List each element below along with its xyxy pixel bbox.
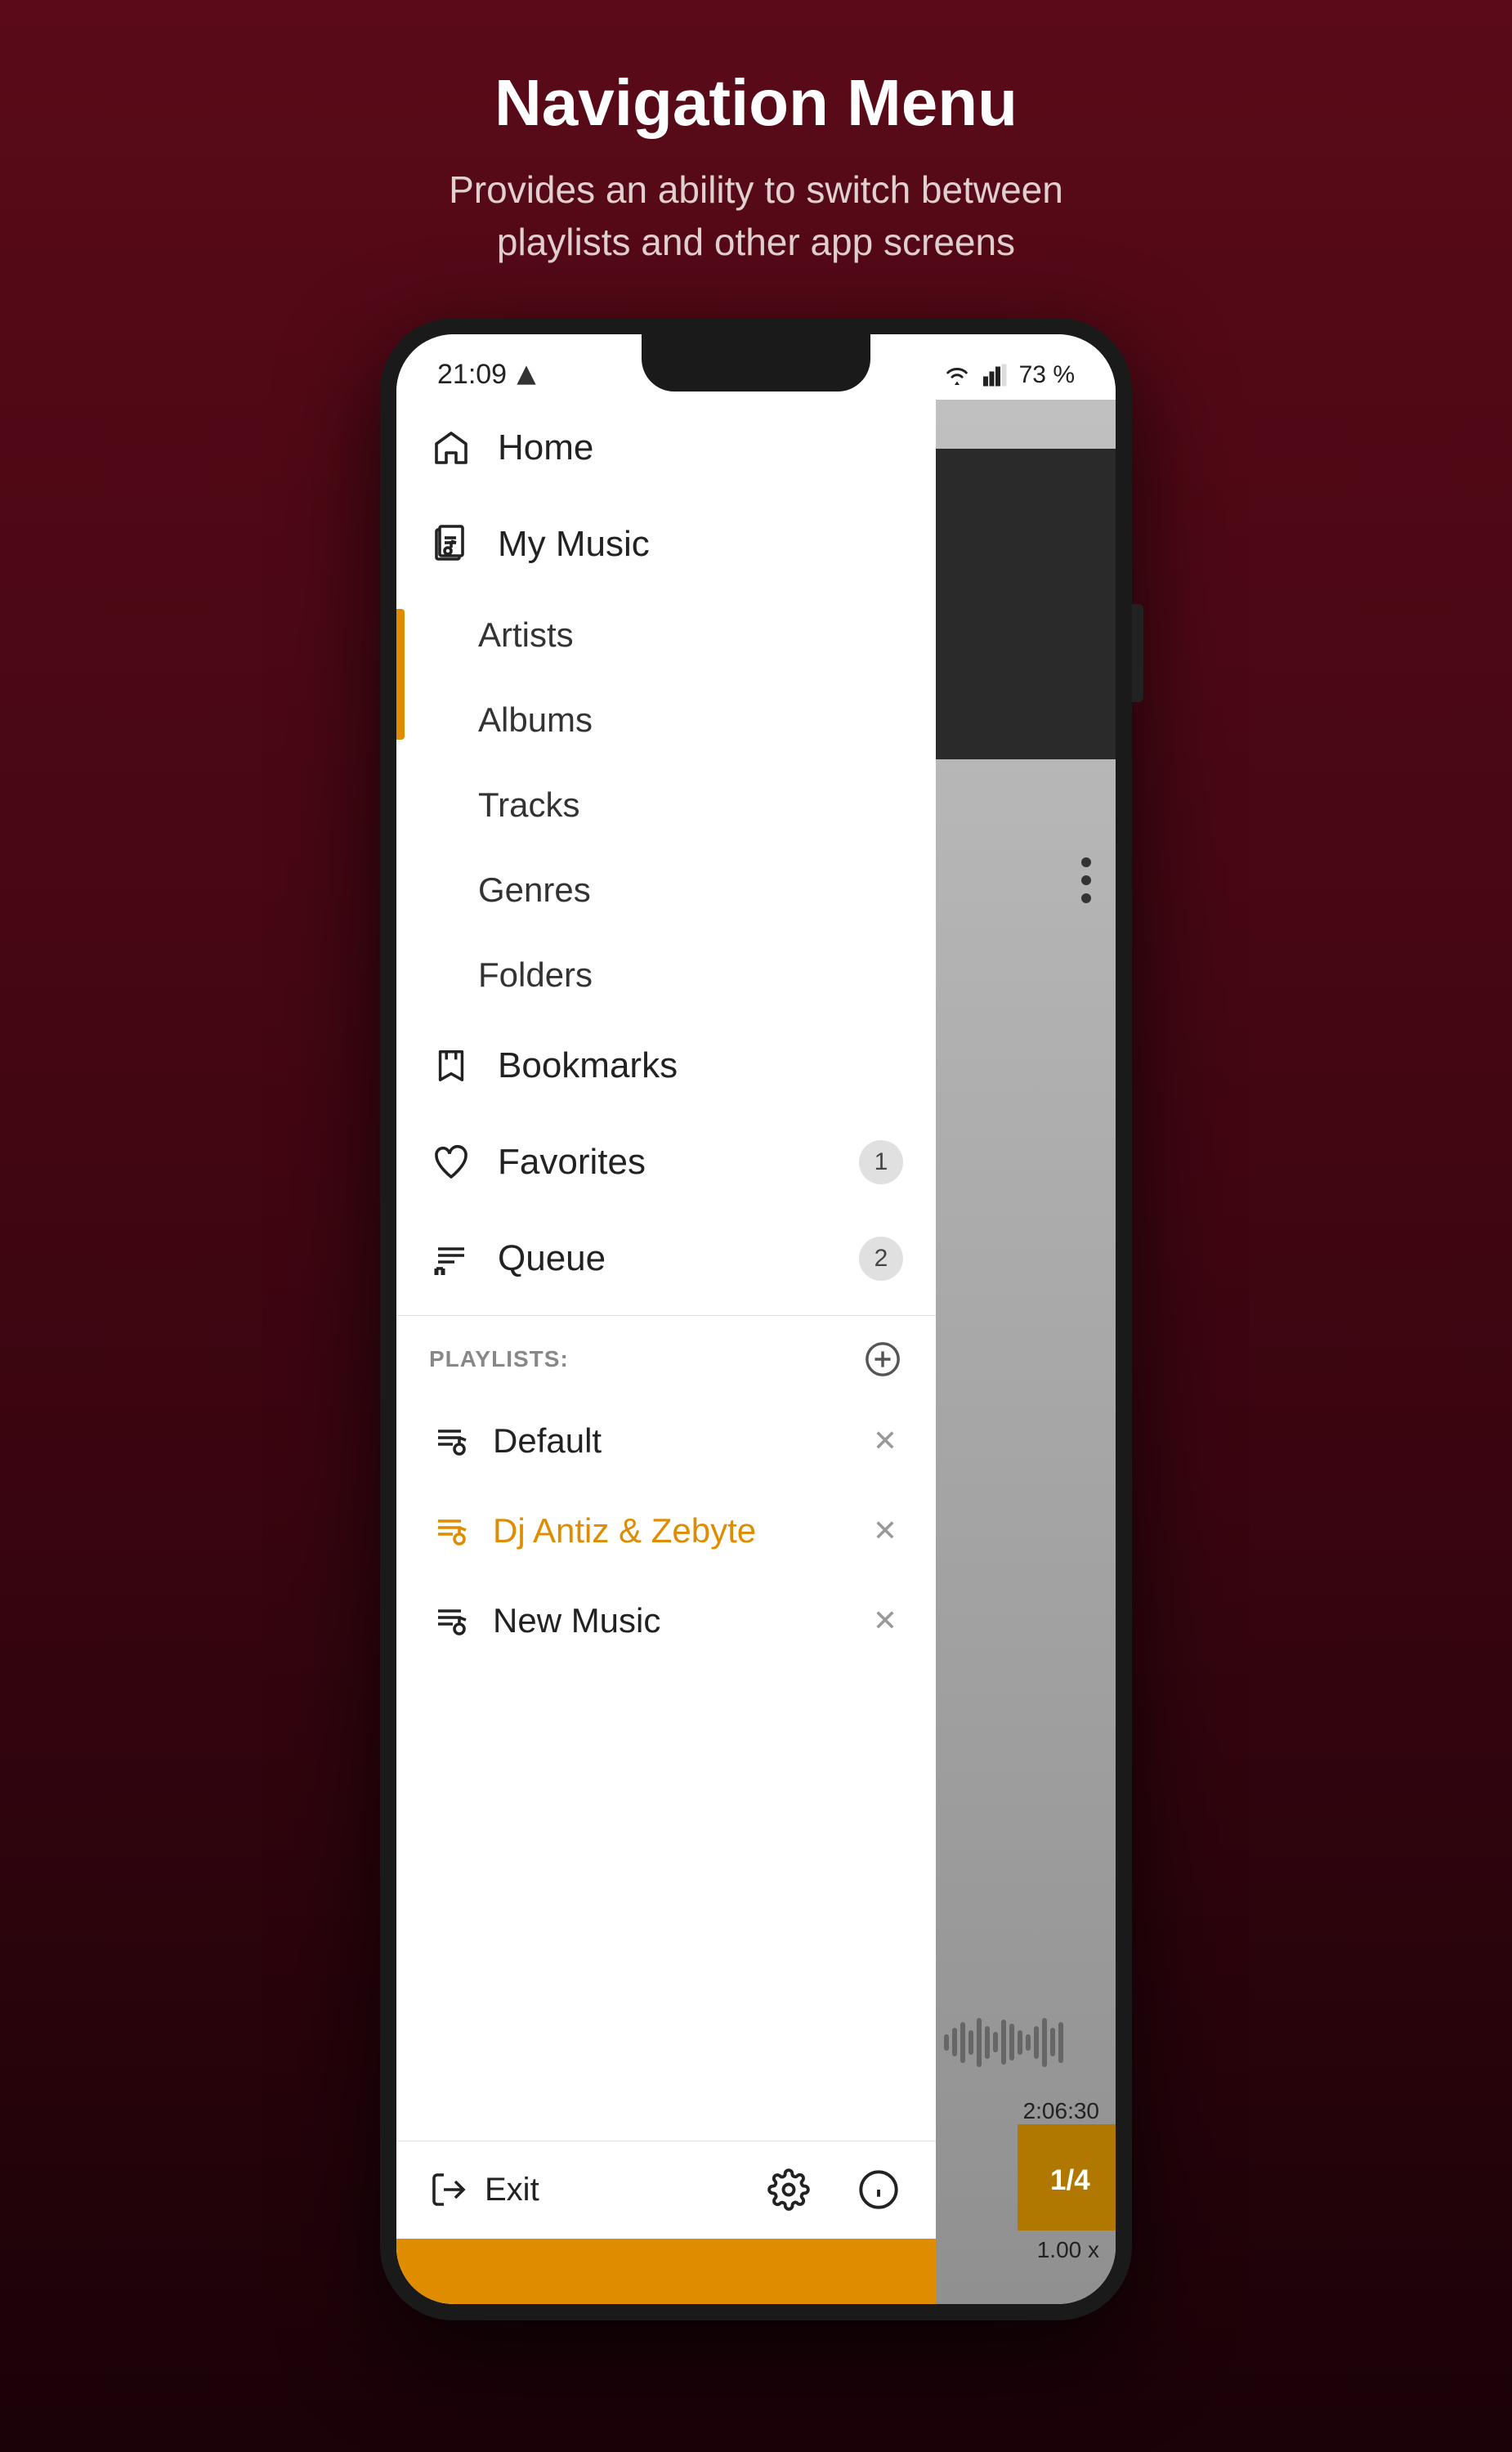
- status-icons: 73 %: [942, 361, 1075, 389]
- content-inner: 2:06:30 1/4 1.00 x: [936, 400, 1116, 2304]
- bookmarks-label: Bookmarks: [498, 1045, 678, 1086]
- add-playlist-button[interactable]: [862, 1339, 903, 1380]
- wifi-icon: [942, 364, 972, 387]
- battery-text: 73 %: [1019, 361, 1075, 389]
- exit-label: Exit: [485, 2172, 539, 2208]
- nav-item-home[interactable]: Home: [396, 400, 936, 496]
- folders-label: Folders: [478, 955, 593, 995]
- playlists-label: PLAYLISTS:: [429, 1346, 569, 1372]
- info-button[interactable]: [854, 2165, 903, 2214]
- music-library-icon: [429, 522, 473, 566]
- speed-block: 1/4: [1018, 2124, 1116, 2231]
- three-dots-menu[interactable]: [1081, 857, 1091, 903]
- album-art: [936, 449, 1116, 759]
- waveform: [944, 2010, 1107, 2075]
- playlist-dj-antiz-close[interactable]: ✕: [867, 1513, 903, 1549]
- nav-sub-item-artists[interactable]: Artists: [396, 593, 936, 678]
- genres-label: Genres: [478, 870, 591, 910]
- heart-icon: [429, 1140, 473, 1184]
- albums-label: Albums: [478, 700, 593, 740]
- status-time: 21:09: [437, 359, 538, 391]
- screen-content: Home My M: [396, 400, 1116, 2304]
- nav-drawer: Home My M: [396, 400, 936, 2304]
- playlist-new-music-label: New Music: [493, 1601, 848, 1640]
- playlist-new-music-close[interactable]: ✕: [867, 1603, 903, 1639]
- bottom-icons: [764, 2165, 903, 2214]
- playback-speed: 1.00 x: [1037, 2237, 1099, 2263]
- page-title: Navigation Menu: [449, 65, 1063, 141]
- track-time: 2:06:30: [1023, 2098, 1099, 2124]
- exit-icon: [429, 2170, 468, 2209]
- tracks-label: Tracks: [478, 785, 579, 825]
- phone-frame: 21:09 73: [380, 318, 1132, 2320]
- bookmark-icon: [429, 1044, 473, 1088]
- nav-item-favorites[interactable]: Favorites 1: [396, 1114, 936, 1210]
- playlist-icon-default: [429, 1419, 473, 1463]
- home-icon: [429, 426, 473, 470]
- artists-label: Artists: [478, 615, 574, 655]
- nav-item-bookmarks[interactable]: Bookmarks: [396, 1018, 936, 1114]
- my-music-label: My Music: [498, 524, 650, 565]
- queue-label: Queue: [498, 1238, 606, 1279]
- content-area: 2:06:30 1/4 1.00 x: [936, 400, 1116, 2304]
- playlist-item-dj-antiz[interactable]: Dj Antiz & Zebyte ✕: [396, 1486, 936, 1576]
- queue-icon: [429, 1237, 473, 1281]
- favorites-label: Favorites: [498, 1142, 646, 1183]
- info-icon: [857, 2168, 900, 2211]
- bottom-bar: Exit: [396, 2141, 936, 2239]
- playlist-icon-dj-antiz: [429, 1509, 473, 1553]
- home-label: Home: [498, 427, 593, 468]
- favorites-badge: 1: [859, 1140, 903, 1184]
- page-header: Navigation Menu Provides an ability to s…: [449, 0, 1063, 269]
- signal-icon: [983, 364, 1008, 387]
- playlist-item-new-music[interactable]: New Music ✕: [396, 1576, 936, 1666]
- page-subtitle: Provides an ability to switch betweenpla…: [449, 163, 1063, 269]
- exit-button[interactable]: Exit: [429, 2170, 539, 2209]
- phone-notch: [642, 334, 870, 392]
- phone-screen: 21:09 73: [396, 334, 1116, 2304]
- playlist-item-default[interactable]: Default ✕: [396, 1396, 936, 1486]
- spacer: [396, 1666, 936, 2141]
- speed-icon: 1/4: [1042, 2153, 1091, 2202]
- playlist-default-close[interactable]: ✕: [867, 1423, 903, 1459]
- nav-sub-item-albums[interactable]: Albums: [396, 678, 936, 763]
- orange-strip: [396, 2239, 936, 2304]
- nav-triangle-icon: [515, 364, 538, 387]
- settings-button[interactable]: [764, 2165, 813, 2214]
- playlist-default-label: Default: [493, 1421, 848, 1461]
- nav-item-queue[interactable]: Queue 2: [396, 1210, 936, 1307]
- active-indicator: [396, 609, 405, 740]
- playlists-header: PLAYLISTS:: [396, 1315, 936, 1396]
- playlist-icon-new-music: [429, 1599, 473, 1643]
- nav-item-my-music[interactable]: My Music: [396, 496, 936, 593]
- nav-sub-item-genres[interactable]: Genres: [396, 848, 936, 933]
- svg-text:1/4: 1/4: [1050, 2164, 1090, 2196]
- nav-sub-item-folders[interactable]: Folders: [396, 933, 936, 1018]
- settings-icon: [767, 2168, 810, 2211]
- queue-badge: 2: [859, 1237, 903, 1281]
- playlist-dj-antiz-label: Dj Antiz & Zebyte: [493, 1511, 848, 1550]
- nav-sub-item-tracks[interactable]: Tracks: [396, 763, 936, 848]
